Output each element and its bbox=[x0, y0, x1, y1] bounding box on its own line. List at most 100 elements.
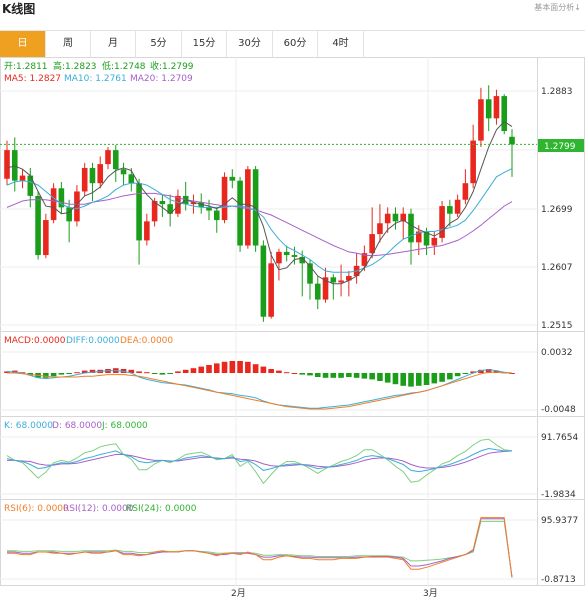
macd-bar bbox=[276, 370, 282, 373]
candle-body bbox=[454, 199, 461, 214]
kdj-j-line bbox=[6, 438, 513, 485]
macd-label: MACD:0.0000 bbox=[4, 336, 66, 346]
candle-body bbox=[89, 167, 96, 184]
k-label: K: 68.0000 bbox=[4, 421, 53, 431]
dea-label: DEA:0.0000 bbox=[120, 336, 173, 346]
macd-bar bbox=[221, 361, 228, 373]
candle-body bbox=[478, 99, 484, 141]
rsi-tick-label: -0.8713 bbox=[541, 575, 576, 585]
macd-bar bbox=[43, 373, 49, 378]
macd-bar bbox=[175, 371, 181, 373]
candle-body bbox=[392, 213, 399, 222]
candle-body bbox=[11, 150, 18, 181]
macd-bar bbox=[159, 373, 166, 375]
macd-bar bbox=[291, 373, 298, 374]
macd-bar bbox=[252, 364, 259, 373]
macd-bar bbox=[338, 373, 344, 378]
macd-bar bbox=[206, 365, 212, 373]
candle-body bbox=[237, 180, 243, 246]
macd-bar bbox=[423, 373, 430, 385]
rsi6-label: RSI(6): 0.0000 bbox=[4, 504, 69, 514]
macd-bar bbox=[198, 366, 205, 373]
macd-bar bbox=[454, 373, 461, 377]
macd-bar bbox=[447, 373, 453, 380]
candle-body bbox=[369, 234, 375, 254]
open-label: 开:1.2811 bbox=[4, 61, 48, 72]
ma20-label: MA20: 1.2709 bbox=[130, 74, 193, 84]
high-label: 高:1.2823 bbox=[53, 60, 97, 72]
rsi12-line bbox=[7, 518, 513, 578]
candle-body bbox=[136, 183, 142, 241]
diff-label: DIFF:0.0000 bbox=[66, 336, 120, 346]
macd-bar bbox=[415, 373, 422, 386]
candle-body bbox=[221, 176, 228, 221]
candle-body bbox=[431, 237, 438, 246]
kdj-tick-label: -1.9834 bbox=[541, 490, 576, 500]
macd-bar bbox=[369, 373, 375, 380]
ma5-label: MA5: 1.2827 bbox=[4, 74, 61, 84]
candle-body bbox=[377, 223, 383, 235]
macd-bar bbox=[322, 373, 329, 378]
macd-bar bbox=[245, 361, 251, 373]
candle-body bbox=[291, 255, 298, 257]
macd-bar bbox=[330, 373, 337, 378]
macd-bar bbox=[431, 373, 438, 384]
macd-bar bbox=[182, 369, 189, 373]
ma5-line bbox=[6, 120, 513, 285]
rsi12-label: RSI(12): 0.0000 bbox=[63, 504, 134, 514]
price-tick-label: 1.2515 bbox=[541, 321, 573, 331]
candle-body bbox=[229, 176, 236, 181]
candle-body bbox=[283, 251, 290, 256]
macd-tick-label: 0.0032 bbox=[541, 348, 573, 358]
candle-body bbox=[81, 167, 88, 192]
candle-body bbox=[276, 251, 282, 264]
candle-body bbox=[159, 201, 166, 205]
candle-body bbox=[120, 169, 127, 175]
rsi6-line bbox=[7, 517, 513, 578]
macd-bar bbox=[384, 373, 391, 383]
candle-body bbox=[112, 150, 119, 170]
macd-bar bbox=[167, 373, 173, 374]
macd-bar bbox=[66, 373, 72, 374]
macd-bar bbox=[353, 373, 360, 378]
candle-body bbox=[338, 280, 344, 283]
macd-bar bbox=[377, 373, 383, 381]
macd-bar bbox=[307, 373, 313, 376]
macd-bar bbox=[151, 373, 158, 374]
candle-body bbox=[4, 150, 10, 179]
kline-chart[interactable]: 开:1.2811 高:1.2823 低:1.2748 收:1.2799 MA5:… bbox=[0, 0, 585, 600]
macd-bar bbox=[361, 373, 368, 379]
macd-bar bbox=[260, 366, 267, 373]
macd-bar bbox=[190, 368, 197, 373]
candle-body bbox=[19, 175, 26, 181]
rsi24-label: RSI(24): 0.0000 bbox=[126, 504, 197, 514]
candle-body bbox=[35, 195, 41, 256]
macd-bar bbox=[299, 373, 306, 375]
candle-body bbox=[268, 263, 274, 317]
ma10-label: MA10: 1.2761 bbox=[64, 74, 127, 84]
candle-body bbox=[66, 207, 72, 222]
ma20-line bbox=[6, 192, 513, 257]
kdj-tick-label: 91.7654 bbox=[541, 433, 578, 443]
low-label: 低:1.2748 bbox=[102, 60, 146, 72]
kdj-k-line bbox=[6, 447, 512, 473]
candle-body bbox=[105, 150, 111, 165]
candle-body bbox=[447, 206, 453, 214]
candle-body bbox=[470, 140, 476, 184]
rsi-tick-label: 95.9377 bbox=[541, 516, 578, 526]
candle-body bbox=[384, 213, 391, 224]
candle-body bbox=[213, 210, 220, 221]
candle-body bbox=[493, 96, 500, 119]
current-price-label: 1.2799 bbox=[544, 142, 576, 152]
macd-bar bbox=[314, 373, 321, 377]
macd-tick-label: -0.0048 bbox=[541, 405, 576, 415]
candle-body bbox=[408, 213, 414, 243]
macd-bar bbox=[408, 373, 414, 387]
candle-body bbox=[501, 96, 508, 132]
candle-body bbox=[50, 188, 57, 221]
macd-bar bbox=[229, 361, 236, 373]
j-label: J: 68.0000 bbox=[101, 421, 148, 431]
candle-body bbox=[330, 277, 337, 283]
macd-bar bbox=[58, 373, 65, 375]
candle-body bbox=[43, 220, 49, 256]
